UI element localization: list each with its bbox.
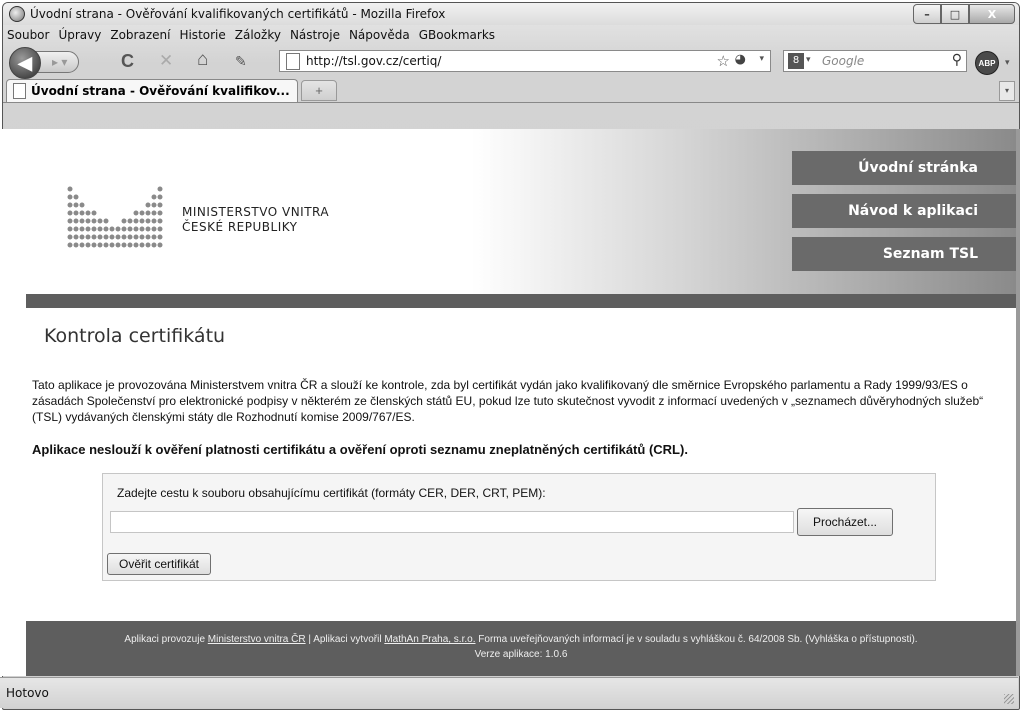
- stop-icon[interactable]: ✕: [159, 51, 173, 71]
- search-engine-icon[interactable]: 8: [788, 53, 804, 69]
- maximize-button[interactable]: □: [941, 4, 969, 24]
- certificate-form: Zadejte cestu k souboru obsahujícímu cer…: [102, 473, 936, 581]
- footer-mid: | Aplikaci vytvořil: [305, 634, 385, 645]
- browse-button[interactable]: Procházet...: [797, 508, 893, 536]
- search-box[interactable]: 8 ▾ Google ⚲: [783, 50, 967, 72]
- intro-text: Tato aplikace je provozována Ministerstv…: [32, 378, 984, 424]
- file-path-label: Zadejte cestu k souboru obsahujícímu cer…: [117, 486, 546, 500]
- ministry-logo-dots-icon: [67, 186, 163, 248]
- navigation-toolbar: ▸ ▾ ◀ C ✕ ⌂ ✎ http://tsl.gov.cz/certiq/ …: [3, 45, 1019, 79]
- menu-zobrazeni[interactable]: Zobrazení: [110, 28, 170, 42]
- address-bar[interactable]: http://tsl.gov.cz/certiq/ ☆ ◕ ▾: [279, 50, 771, 72]
- ministry-logo: [64, 169, 174, 264]
- footer-prefix: Aplikaci provozuje: [124, 634, 208, 645]
- home-icon[interactable]: ⌂: [197, 49, 208, 71]
- new-tab-button[interactable]: +: [301, 80, 337, 101]
- status-bar: Hotovo: [0, 677, 1018, 708]
- reload-icon[interactable]: C: [121, 51, 134, 72]
- window-controls: – □ X: [913, 4, 1015, 24]
- verify-certificate-button[interactable]: Ověřit certifikát: [107, 553, 211, 575]
- menu-upravy[interactable]: Úpravy: [58, 28, 101, 42]
- web-page: MINISTERSTVO VNITRA ČESKÉ REPUBLIKY Úvod…: [26, 129, 1016, 676]
- ministry-name-line1: MINISTERSTVO VNITRA: [182, 205, 330, 219]
- app-version: Verze aplikace: 1.0.6: [474, 649, 568, 660]
- header-divider: [26, 294, 1016, 308]
- url-text[interactable]: http://tsl.gov.cz/certiq/: [306, 54, 441, 68]
- footer-info: Aplikaci provozuje Ministerstvo vnitra Č…: [26, 633, 1016, 647]
- search-engine-dropdown-icon[interactable]: ▾: [806, 55, 811, 65]
- main-content: Kontrola certifikátu Tato aplikace je pr…: [32, 308, 1010, 616]
- menu-napoveda[interactable]: Nápověda: [349, 28, 410, 42]
- search-input[interactable]: Google: [822, 54, 864, 68]
- footer-suffix: Forma uveřejňovaných informací je v soul…: [475, 634, 918, 645]
- page-margin: [0, 129, 26, 676]
- nav-navod-k-aplikaci[interactable]: Návod k aplikaci: [792, 194, 1016, 228]
- search-icon[interactable]: ⚲: [952, 52, 962, 68]
- page-title: Kontrola certifikátu: [44, 325, 226, 347]
- menu-historie[interactable]: Historie: [179, 28, 225, 42]
- site-header: MINISTERSTVO VNITRA ČESKÉ REPUBLIKY Úvod…: [26, 129, 1016, 294]
- nav-seznam-tsl[interactable]: Seznam TSL: [792, 237, 1016, 271]
- back-icon: ◀: [18, 52, 32, 73]
- menu-gbookmarks[interactable]: GBookmarks: [419, 28, 495, 42]
- url-dropdown-icon[interactable]: ▾: [759, 54, 764, 64]
- tab-list-dropdown-icon[interactable]: ▾: [999, 81, 1015, 101]
- title-bar: Úvodní strana - Ověřování kvalifikovanýc…: [3, 3, 1019, 25]
- feed-icon[interactable]: ◕: [735, 52, 746, 67]
- firefox-icon: [9, 6, 25, 22]
- back-button[interactable]: ◀: [9, 47, 41, 79]
- status-text: Hotovo: [6, 686, 49, 700]
- tab-active[interactable]: Úvodní strana - Ověřování kvalifikov...: [6, 79, 298, 102]
- ministry-name-line2: ČESKÉ REPUBLIKY: [182, 220, 298, 234]
- resize-grip-icon[interactable]: [1004, 694, 1014, 704]
- window-title: Úvodní strana - Ověřování kvalifikovanýc…: [30, 7, 446, 21]
- minimize-button[interactable]: –: [913, 4, 941, 24]
- page-footer: Aplikaci provozuje Ministerstvo vnitra Č…: [26, 621, 1016, 676]
- forward-icon: ▸ ▾: [52, 55, 68, 69]
- addon-icon[interactable]: ✎: [235, 53, 247, 70]
- nav-uvodni-stranka[interactable]: Úvodní stránka: [792, 151, 1016, 185]
- creator-link[interactable]: MathAn Praha, s.r.o.: [384, 634, 475, 645]
- menu-zalozky[interactable]: Záložky: [235, 28, 281, 42]
- warning-text: Aplikace neslouží k ověření platnosti ce…: [32, 442, 688, 457]
- menu-soubor[interactable]: Soubor: [7, 28, 49, 42]
- tab-page-icon: [13, 83, 26, 99]
- ministry-name: MINISTERSTVO VNITRA ČESKÉ REPUBLIKY: [182, 205, 329, 235]
- window-right-border: [1016, 129, 1020, 676]
- tab-title: Úvodní strana - Ověřování kvalifikov...: [31, 84, 290, 98]
- adblock-plus-icon[interactable]: ABP: [975, 51, 999, 75]
- adblock-dropdown-icon[interactable]: ▾: [1005, 57, 1010, 68]
- tab-bar: Úvodní strana - Ověřování kvalifikov... …: [3, 75, 1019, 103]
- menu-nastroje[interactable]: Nástroje: [290, 28, 340, 42]
- page-icon: [286, 53, 300, 70]
- operator-link[interactable]: Ministerstvo vnitra ČR: [208, 634, 306, 645]
- file-path-input[interactable]: [110, 511, 794, 533]
- menu-bar: Soubor Úpravy Zobrazení Historie Záložky…: [3, 25, 1019, 45]
- close-button[interactable]: X: [969, 4, 1015, 24]
- bookmark-star-icon[interactable]: ☆: [717, 52, 730, 70]
